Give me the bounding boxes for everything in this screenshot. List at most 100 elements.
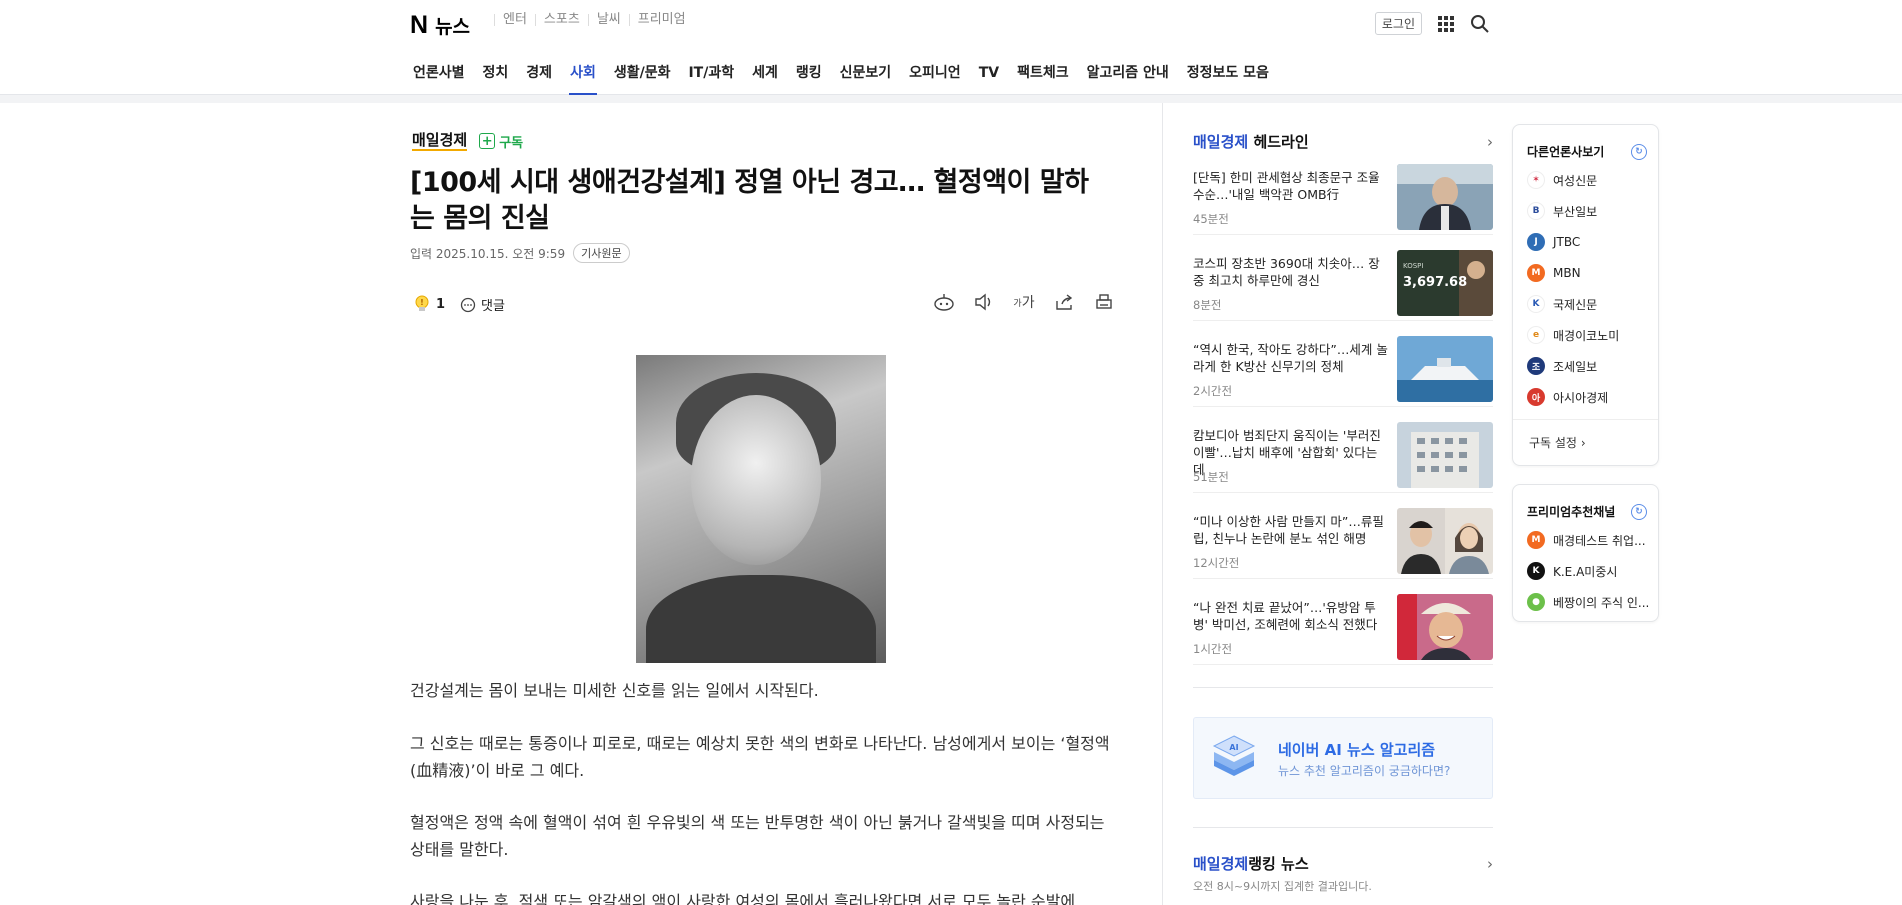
audio-speaker-icon[interactable]	[973, 291, 995, 313]
ranking-section-header[interactable]: 매일경제랭킹 뉴스 ›	[1193, 853, 1493, 874]
headline-time: 1시간전	[1193, 642, 1233, 656]
refresh-icon[interactable]: ↻	[1631, 143, 1647, 160]
ai-algorithm-banner[interactable]: AI 네이버 AI 뉴스 알고리즘 뉴스 추천 알고리즘이 궁금하다면?	[1193, 717, 1493, 799]
headline-thumbnail[interactable]: KOSPI 3,697.68	[1397, 250, 1493, 316]
service-link-weather[interactable]: 날씨	[587, 13, 629, 26]
article-paragraph-3: 혈정액은 정액 속에 혈액이 섞여 흰 우유빛의 색 또는 반투명한 색이 아닌…	[410, 813, 1105, 859]
headline-thumbnail[interactable]	[1397, 336, 1493, 402]
headline-thumbnail[interactable]	[1397, 594, 1493, 660]
premium-channel-link[interactable]: M 매경테스트 취업...	[1527, 531, 1646, 549]
headline-section-header[interactable]: 매일경제 헤드라인 ›	[1193, 131, 1493, 152]
premium-channel-link[interactable]: ● 베짱이의 주식 인...	[1527, 593, 1649, 611]
naver-news-logo[interactable]: N 뉴스	[410, 11, 470, 40]
headline-time: 2시간전	[1193, 384, 1233, 398]
headline-item[interactable]: 캄보디아 범죄단지 움직이는 '부러진 이빨'…납치 배후에 '삼합회' 있다는…	[1193, 422, 1493, 493]
press-link[interactable]: e 매경이코노미	[1527, 326, 1619, 344]
service-link-sports[interactable]: 스포츠	[534, 13, 588, 26]
naver-n-logo[interactable]: N	[410, 11, 428, 40]
nav-politics[interactable]: 정치	[474, 60, 518, 95]
nav-world[interactable]: 세계	[743, 60, 787, 95]
ranking-section-title: 매일경제랭킹 뉴스	[1193, 855, 1309, 873]
headline-item[interactable]: 코스피 장초반 3690대 치솟아… 장중 최고치 하루만에 경신 8분전 KO…	[1193, 250, 1493, 321]
refresh-icon[interactable]: ↻	[1631, 503, 1647, 520]
apps-grid-icon[interactable]	[1438, 15, 1454, 32]
headline-item[interactable]: [단독] 한미 관세협상 최종문구 조율 수순…'내일 백악관 OMB行 45분…	[1193, 164, 1493, 235]
subscribe-button[interactable]: + 구독	[479, 132, 523, 151]
premium-channel-link[interactable]: K K.E.A미중시	[1527, 562, 1617, 580]
nav-factcheck[interactable]: 팩트체크	[1008, 60, 1078, 95]
headline-item[interactable]: “나 완전 치료 끝났어”…'유방암 투병' 박미선, 조혜련에 회소식 전했다…	[1193, 594, 1493, 665]
share-icon[interactable]	[1053, 291, 1075, 313]
reaction-button[interactable]: ! 1	[414, 295, 445, 313]
press-logo-icon: B	[1527, 202, 1545, 220]
press-link[interactable]: J JTBC	[1527, 233, 1580, 251]
nav-society[interactable]: 사회	[561, 60, 605, 96]
subscribe-label: 구독	[499, 135, 524, 151]
svg-text:KOSPI: KOSPI	[1403, 262, 1423, 270]
service-link-premium[interactable]: 프리미엄	[628, 13, 694, 26]
ai-banner-title: 네이버 AI 뉴스 알고리즘	[1278, 741, 1436, 759]
chevron-right-icon[interactable]: ›	[1487, 855, 1493, 873]
news-logo-text[interactable]: 뉴스	[435, 12, 470, 39]
original-article-button[interactable]: 기사원문	[573, 243, 630, 263]
article-actions: ! 1 댓글 가가	[410, 291, 1115, 319]
press-link[interactable]: M MBN	[1527, 264, 1581, 282]
nav-press[interactable]: 언론사별	[410, 60, 474, 95]
headline-item[interactable]: “역시 한국, 작아도 강하다”…세계 놀라게 한 K방산 신무기의 정체 2시…	[1193, 336, 1493, 407]
article-dateline: 입력 2025.10.15. 오전 9:59 기사원문	[410, 243, 630, 263]
login-button[interactable]: 로그인	[1374, 12, 1422, 35]
nav-ranking[interactable]: 랭킹	[787, 60, 831, 95]
header-actions: 로그인	[1374, 12, 1490, 35]
article-paragraph-4: 사랑을 나눈 후, 적색 또는 암갈색의 액이 사랑한 여성의 몸에서 흘러나왔…	[410, 892, 1076, 905]
headline-item[interactable]: “미나 이상한 사람 만들지 마”…류필립, 친누나 논란에 분노 섞인 해명 …	[1193, 508, 1493, 579]
headline-thumbnail[interactable]	[1397, 422, 1493, 488]
press-link[interactable]: 조 조세일보	[1527, 357, 1597, 375]
other-press-panel: 다른언론사보기 ↻ ✶ 여성신문 B 부산일보 J JTBC M MBN K 국제신문 e…	[1512, 124, 1659, 466]
nav-opinion[interactable]: 오피니언	[900, 60, 970, 95]
svg-text:!: !	[420, 298, 424, 307]
article-paragraph-1: 건강설계는 몸이 보내는 미세한 신호를 읽는 일에서 시작된다.	[410, 681, 819, 700]
ranking-subtitle: 오전 8시~9시까지 집계한 결과입니다.	[1193, 880, 1372, 893]
nav-corrections[interactable]: 정정보도 모음	[1178, 60, 1278, 95]
nav-newspaper[interactable]: 신문보기	[831, 60, 901, 95]
svg-text:AI: AI	[1229, 743, 1238, 752]
nav-algorithm[interactable]: 알고리즘 안내	[1078, 60, 1178, 95]
press-logo[interactable]: 매일경제	[412, 131, 468, 151]
reaction-bulb-icon: !	[415, 295, 429, 311]
headline-title[interactable]: [단독] 한미 관세협상 최종문구 조율 수순…'내일 백악관 OMB行	[1193, 169, 1388, 203]
headline-title[interactable]: “미나 이상한 사람 만들지 마”…류필립, 친누나 논란에 분노 섞인 해명	[1193, 513, 1388, 547]
article-main: 매일경제 + 구독 [100세 시대 생애건강설계] 정열 아닌 경고… 혈정액이…	[410, 103, 1125, 905]
nav-life-culture[interactable]: 생활/문화	[605, 60, 680, 95]
press-link[interactable]: 아 아시아경제	[1527, 388, 1608, 406]
press-logo-icon: J	[1527, 233, 1545, 251]
press-link[interactable]: ✶ 여성신문	[1527, 171, 1597, 189]
headline-thumbnail[interactable]	[1397, 164, 1493, 230]
other-press-header: 다른언론사보기 ↻	[1527, 143, 1647, 160]
channel-logo-icon: M	[1527, 531, 1545, 549]
chevron-right-icon[interactable]: ›	[1487, 133, 1493, 151]
headline-time: 12시간전	[1193, 556, 1240, 570]
search-icon[interactable]	[1470, 14, 1490, 34]
print-icon[interactable]	[1093, 291, 1115, 313]
article-photo	[636, 355, 886, 663]
headline-thumbnail[interactable]	[1397, 508, 1493, 574]
ai-banner-subtitle: 뉴스 추천 알고리즘이 궁금하다면?	[1278, 764, 1451, 778]
summary-bot-icon[interactable]	[933, 291, 955, 313]
comment-icon	[460, 297, 476, 312]
subscription-settings-link[interactable]: 구독 설정 ›	[1513, 419, 1658, 465]
headline-title[interactable]: “역시 한국, 작아도 강하다”…세계 놀라게 한 K방산 신무기의 정체	[1193, 341, 1388, 375]
nav-it-science[interactable]: IT/과학	[679, 60, 743, 95]
comment-button[interactable]: 댓글	[460, 295, 505, 314]
press-link[interactable]: B 부산일보	[1527, 202, 1597, 220]
nav-tv[interactable]: TV	[970, 60, 1008, 95]
published-date: 입력 2025.10.15. 오전 9:59	[410, 246, 566, 261]
press-link[interactable]: K 국제신문	[1527, 295, 1597, 313]
service-link-enter[interactable]: 엔터	[494, 13, 535, 26]
font-size-icon[interactable]: 가가	[1013, 291, 1035, 313]
press-logo-icon: K	[1527, 295, 1545, 313]
headline-title[interactable]: 코스피 장초반 3690대 치솟아… 장중 최고치 하루만에 경신	[1193, 255, 1388, 289]
top-header: N 뉴스 엔터 스포츠 날씨 프리미엄 로그인 언론사별 정치 경제 사회 생활…	[0, 0, 1902, 96]
headline-title[interactable]: “나 완전 치료 끝났어”…'유방암 투병' 박미선, 조혜련에 회소식 전했다	[1193, 599, 1388, 633]
article-tools: 가가	[933, 291, 1115, 313]
nav-economy[interactable]: 경제	[517, 60, 561, 95]
